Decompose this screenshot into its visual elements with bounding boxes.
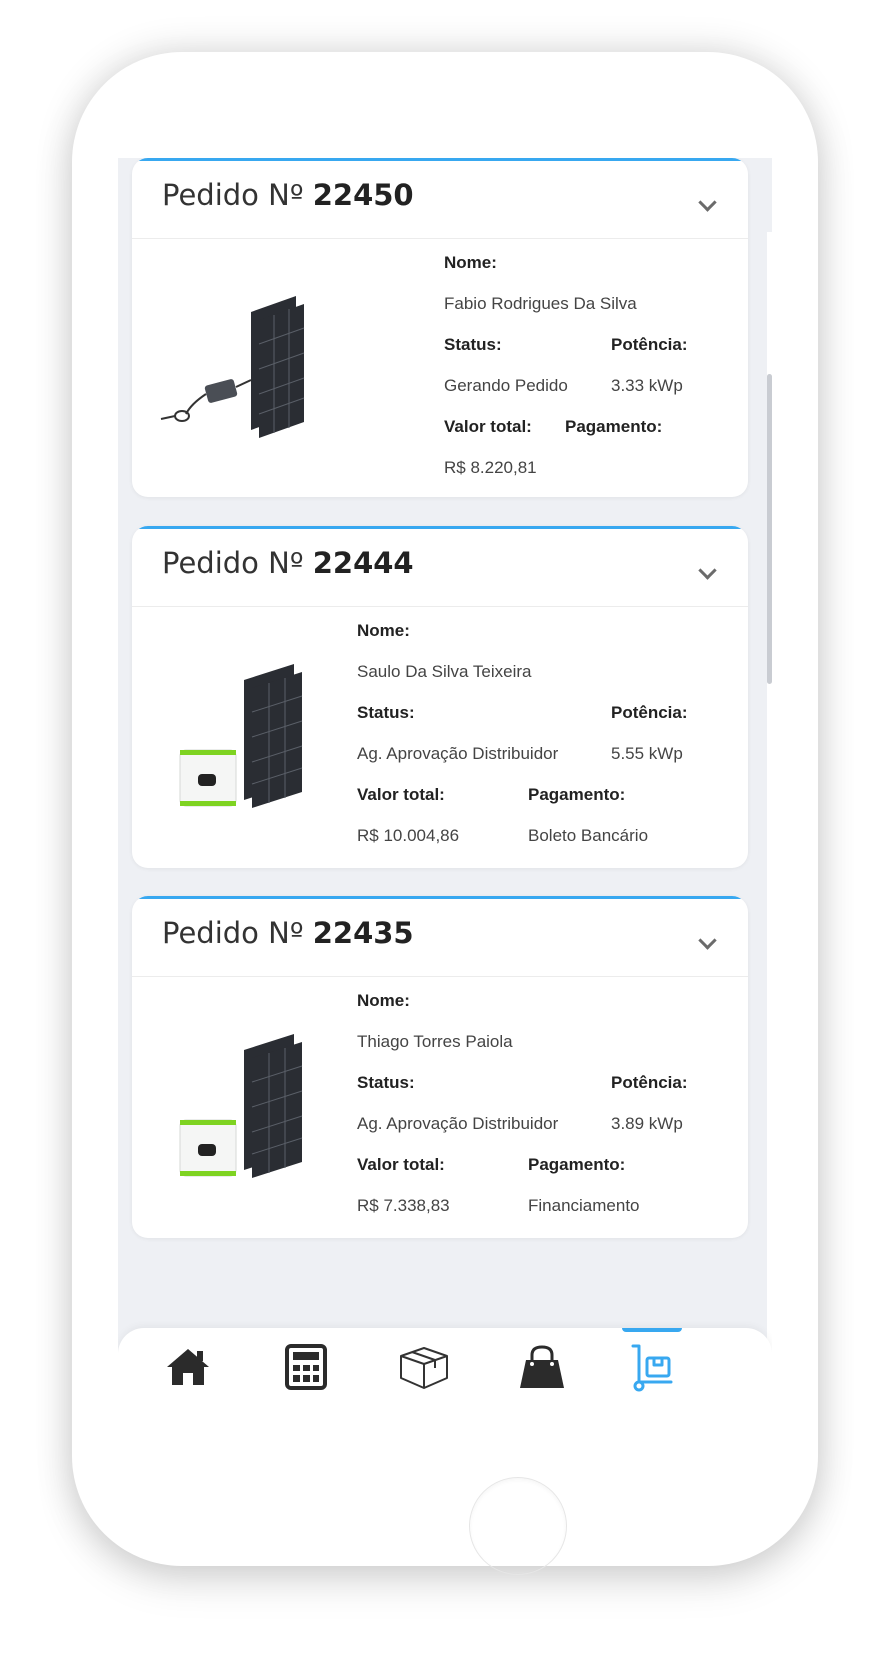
total-label: Valor total: [444, 417, 532, 436]
order-card-header[interactable]: Pedido Nº 22444 [132, 526, 748, 607]
status-label: Status: [357, 703, 415, 722]
inverter-kit-image [179, 1034, 303, 1178]
home-icon [167, 1349, 209, 1385]
power-value: 3.89 kWp [611, 1114, 683, 1133]
nav-products[interactable] [386, 1328, 462, 1406]
order-title-prefix: Pedido Nº [162, 916, 304, 950]
nav-home[interactable] [150, 1328, 226, 1406]
order-card-body: Nome: Thiago Torres Paiola Status: Potênc… [132, 977, 748, 1238]
order-card[interactable]: Pedido Nº 22444 Nome: Saulo Da Silva Tei… [132, 526, 748, 868]
power-label: Potência: [611, 1073, 688, 1092]
power-value: 3.33 kWp [611, 376, 683, 395]
bottom-navigation [118, 1328, 772, 1406]
power-label: Potência: [611, 335, 688, 354]
orders-cart-icon [631, 1344, 673, 1392]
shopping-bag-icon [520, 1345, 564, 1388]
order-card-body: Nome: Saulo Da Silva Teixeira Status: Pot… [132, 607, 748, 868]
name-label: Nome: [357, 621, 410, 640]
nav-calculator[interactable] [268, 1328, 344, 1406]
order-card-body: Nome: Fabio Rodrigues Da Silva Status: Po… [132, 239, 748, 497]
order-title-prefix: Pedido Nº [162, 178, 304, 212]
app-screen: Pedido Nº 22450 Nome: Fabio Rodrigues Da… [118, 158, 772, 1406]
order-card-header[interactable]: Pedido Nº 22450 [132, 158, 748, 239]
status-value: Gerando Pedido [444, 376, 568, 395]
inverter-kit-image [179, 664, 303, 808]
status-value: Ag. Aprovação Distribuidor [357, 744, 559, 763]
payment-label: Pagamento: [565, 417, 663, 436]
payment-label: Pagamento: [528, 785, 626, 804]
order-details: Nome: Thiago Torres Paiola Status: Potênc… [357, 980, 747, 1226]
order-title: Pedido Nº 22435 [162, 916, 748, 950]
power-value: 5.55 kWp [611, 744, 683, 763]
order-title: Pedido Nº 22444 [162, 546, 748, 580]
order-title-prefix: Pedido Nº [162, 546, 304, 580]
payment-value: Boleto Bancário [528, 826, 649, 845]
scrollbar-thumb[interactable] [767, 374, 772, 684]
box-icon [400, 1347, 448, 1389]
total-value: R$ 7.338,83 [357, 1196, 450, 1215]
payment-label: Pagamento: [528, 1155, 626, 1174]
status-label: Status: [444, 335, 502, 354]
home-hardware-button[interactable] [469, 1477, 567, 1575]
customer-name: Fabio Rodrigues Da Silva [444, 294, 637, 313]
customer-name: Saulo Da Silva Teixeira [357, 662, 532, 681]
total-label: Valor total: [357, 1155, 445, 1174]
name-label: Nome: [357, 991, 410, 1010]
customer-name: Thiago Torres Paiola [357, 1032, 513, 1051]
payment-value: Financiamento [528, 1196, 640, 1215]
order-card-header[interactable]: Pedido Nº 22435 [132, 896, 748, 977]
order-number: 22450 [312, 178, 414, 212]
total-value: R$ 10.004,86 [357, 826, 460, 845]
name-label: Nome: [444, 253, 497, 272]
order-title: Pedido Nº 22450 [162, 178, 748, 212]
total-value: R$ 8.220,81 [444, 458, 537, 477]
nav-orders[interactable] [614, 1328, 690, 1406]
nav-shop[interactable] [504, 1328, 580, 1406]
order-number: 22435 [312, 916, 414, 950]
status-label: Status: [357, 1073, 415, 1092]
order-card[interactable]: Pedido Nº 22435 Nome: Thiago Torres Paio… [132, 896, 748, 1238]
order-details: Nome: Saulo Da Silva Teixeira Status: Pot… [357, 610, 747, 856]
microinverter-kit-image [160, 296, 305, 438]
active-tab-indicator [622, 1328, 682, 1332]
power-label: Potência: [611, 703, 688, 722]
order-number: 22444 [312, 546, 414, 580]
total-label: Valor total: [357, 785, 445, 804]
status-value: Ag. Aprovação Distribuidor [357, 1114, 559, 1133]
order-details: Nome: Fabio Rodrigues Da Silva Status: Po… [444, 242, 744, 488]
calculator-icon [285, 1344, 327, 1390]
order-card[interactable]: Pedido Nº 22450 Nome: Fabio Rodrigues Da… [132, 158, 748, 497]
